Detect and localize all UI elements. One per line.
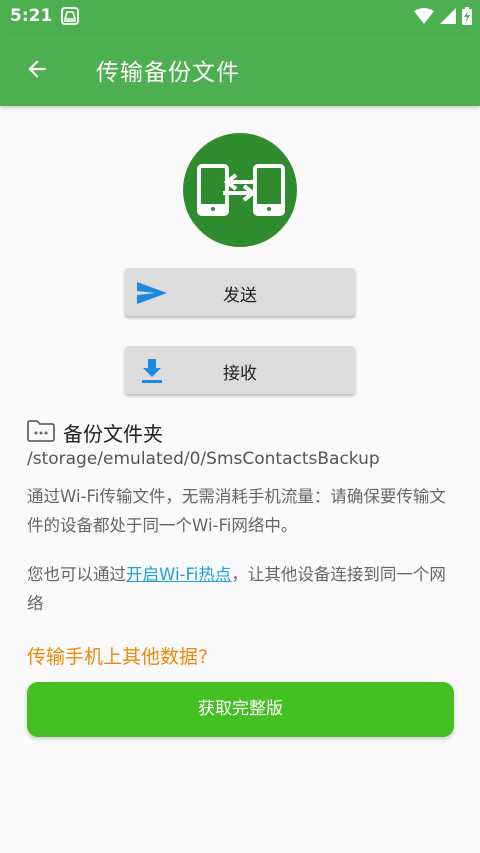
back-button[interactable]	[16, 50, 58, 92]
other-data-question: 传输手机上其他数据?	[27, 646, 209, 668]
page-title: 传输备份文件	[96, 60, 240, 86]
send-label: 发送	[223, 286, 257, 306]
back-arrow-icon	[24, 56, 50, 86]
app-notification-icon	[60, 6, 80, 26]
folder-path: /storage/emulated/0/SmsContactsBackup	[27, 449, 380, 469]
receive-button[interactable]: 接收	[125, 346, 355, 394]
folder-title: 备份文件夹	[63, 422, 163, 446]
enable-hotspot-link[interactable]: 开启Wi-Fi热点	[126, 565, 231, 584]
status-time: 5:21	[10, 6, 53, 26]
signal-icon	[440, 8, 456, 28]
status-bar: 5:21	[0, 0, 480, 34]
send-button[interactable]: 发送	[125, 268, 355, 316]
phone-transfer-icon	[183, 133, 297, 247]
backup-folder-row: 备份文件夹	[27, 418, 163, 447]
app-bar: 传输备份文件	[0, 34, 480, 106]
hotspot-info-text: 您也可以通过开启Wi-Fi热点，让其他设备连接到同一个网络	[27, 560, 457, 618]
folder-icon	[27, 419, 55, 446]
battery-icon	[462, 7, 472, 29]
get-full-version-button[interactable]: 获取完整版	[27, 682, 454, 737]
wifi-info-text: 通过Wi-Fi传输文件，无需消耗手机流量：请确保要传输文件的设备都处于同一个Wi…	[27, 487, 446, 535]
wifi-icon	[414, 8, 434, 28]
hotspot-prefix: 您也可以通过	[27, 565, 126, 584]
receive-label: 接收	[223, 364, 257, 384]
